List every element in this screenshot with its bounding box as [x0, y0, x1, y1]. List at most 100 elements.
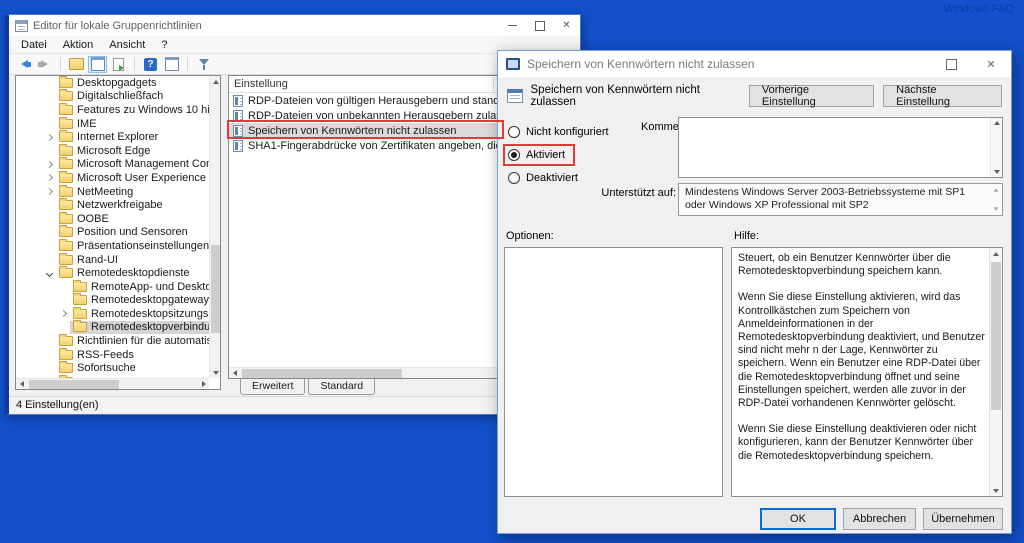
chevron-right-icon[interactable] — [45, 134, 52, 141]
radio-deaktiviert[interactable]: Deaktiviert — [505, 169, 586, 187]
scroll-down-icon[interactable] — [994, 170, 1000, 174]
tree-horizontal-scrollbar[interactable] — [16, 378, 209, 389]
close-button[interactable] — [553, 15, 580, 36]
tree-item-remoteapp-und-desktopv[interactable]: RemoteApp- und Desktopv — [16, 280, 209, 294]
desktop: Windows-FAQ Editor für lokale Gruppenric… — [0, 0, 1024, 543]
tree-item-inner: Remotedesktopdienste — [56, 266, 193, 280]
chevron-right-icon[interactable] — [59, 310, 66, 317]
console-tree-icon[interactable] — [162, 56, 181, 73]
chevron-right-icon[interactable] — [45, 161, 52, 168]
radio-circle[interactable] — [508, 172, 520, 184]
tree-item-position-und-sensoren[interactable]: Position und Sensoren — [16, 226, 209, 240]
tree-item-microsoft-management-conso[interactable]: Microsoft Management Conso — [16, 158, 209, 172]
radio-circle[interactable] — [508, 149, 520, 161]
tree-item-oobe[interactable]: OOBE — [16, 212, 209, 226]
next-setting-button[interactable]: Nächste Einstellung — [883, 85, 1002, 107]
tree-item-digitalschlie-fach[interactable]: Digitalschließfach — [16, 90, 209, 104]
menu-item-[interactable]: ? — [153, 38, 175, 52]
ok-button[interactable]: OK — [760, 508, 836, 530]
tree-item-rand-ui[interactable]: Rand-UI — [16, 253, 209, 267]
tab-erweitert[interactable]: Erweitert — [240, 379, 305, 395]
tree-item-richtlinien-f-r-die-automatisch[interactable]: Richtlinien für die automatisch — [16, 334, 209, 348]
menu-bar: DateiAktionAnsicht? — [9, 36, 580, 54]
remote-desktop-icon — [506, 58, 520, 70]
tree-item-ime[interactable]: IME — [16, 117, 209, 131]
tab-standard[interactable]: Standard — [308, 379, 375, 395]
menu-item-ansicht[interactable]: Ansicht — [101, 38, 153, 52]
close-icon[interactable] — [971, 51, 1011, 77]
folder-tree-icon[interactable] — [67, 56, 86, 73]
scroll-left-icon[interactable] — [229, 368, 240, 379]
apply-button[interactable]: Übernehmen — [923, 508, 1003, 530]
maximize-button[interactable] — [526, 15, 553, 36]
tree-item-sofortsuche[interactable]: Sofortsuche — [16, 361, 209, 375]
tree-item-label: Remotedesktopgateway — [91, 294, 209, 306]
folder-icon — [59, 146, 73, 156]
chevron-down-icon[interactable] — [45, 270, 52, 277]
status-text: 4 Einstellung(en) — [16, 399, 99, 411]
tree-item-netmeeting[interactable]: NetMeeting — [16, 185, 209, 199]
tree-item-internet-explorer[interactable]: Internet Explorer — [16, 130, 209, 144]
scroll-up-icon[interactable] — [994, 188, 999, 191]
tree-item-netzwerkfreigabe[interactable]: Netzwerkfreigabe — [16, 198, 209, 212]
scroll-up-icon[interactable] — [990, 248, 1001, 259]
radio-label: Aktiviert — [526, 149, 565, 161]
scroll-down-icon[interactable] — [990, 485, 1001, 496]
expander-slot — [42, 175, 56, 180]
scrollbar-thumb[interactable] — [211, 245, 220, 333]
tree-item-features-zu-windows-10-hinzu[interactable]: Features zu Windows 10 hinzu — [16, 103, 209, 117]
chevron-right-icon[interactable] — [45, 174, 52, 181]
folder-icon — [73, 309, 87, 319]
tree-item-label: Remotedesktopsitzungs-H — [91, 308, 209, 320]
tree-item-microsoft-edge[interactable]: Microsoft Edge — [16, 144, 209, 158]
filter-icon[interactable] — [194, 56, 213, 73]
expander-slot — [42, 271, 56, 276]
scrollbar-thumb[interactable] — [991, 262, 1001, 410]
tree-item-inner: OOBE — [56, 212, 112, 226]
scroll-down-icon[interactable] — [994, 207, 999, 210]
previous-setting-button[interactable]: Vorherige Einstellung — [749, 85, 874, 107]
supported-on-field: Mindestens Windows Server 2003-Betriebss… — [678, 183, 1003, 216]
tree-item-inner: Desktopgadgets — [56, 76, 160, 90]
scroll-right-icon[interactable] — [198, 379, 209, 390]
tree-item-remotedesktopdienste[interactable]: Remotedesktopdienste — [16, 266, 209, 280]
radio-aktiviert[interactable]: Aktiviert — [505, 146, 573, 164]
tree-item-remotedesktopsitzungs-h[interactable]: Remotedesktopsitzungs-H — [16, 307, 209, 321]
tree-item-rss-feeds[interactable]: RSS-Feeds — [16, 348, 209, 362]
cancel-button[interactable]: Abbrechen — [843, 508, 916, 530]
help-icon[interactable] — [141, 56, 160, 73]
radio-group: Nicht konfiguriert Aktiviert Deaktiviert — [505, 123, 617, 187]
tree-item-microsoft-user-experience-virtu[interactable]: Microsoft User Experience Virtu — [16, 171, 209, 185]
chevron-right-icon[interactable] — [45, 188, 52, 195]
policy-setting-icon — [233, 140, 243, 152]
radio-circle[interactable] — [508, 126, 520, 138]
tree-item-remotedesktopgateway[interactable]: Remotedesktopgateway — [16, 294, 209, 308]
export-list-icon[interactable] — [109, 56, 128, 73]
scroll-left-icon[interactable] — [16, 379, 27, 390]
tree-item-desktopgadgets[interactable]: Desktopgadgets — [16, 76, 209, 90]
back-icon[interactable] — [14, 56, 33, 73]
comment-scrollbar[interactable] — [990, 118, 1002, 177]
tree-item-pr-sentationseinstellungen[interactable]: Präsentationseinstellungen — [16, 239, 209, 253]
scroll-down-icon[interactable] — [210, 367, 221, 378]
console-window-icon[interactable] — [88, 56, 107, 73]
expander-slot — [42, 189, 56, 194]
scroll-up-icon[interactable] — [210, 76, 221, 87]
tree-item-remotedesktopverbindung[interactable]: Remotedesktopverbindung — [16, 321, 209, 335]
radio-label: Deaktiviert — [526, 172, 578, 184]
column-divider[interactable] — [493, 77, 494, 91]
forward-icon[interactable] — [35, 56, 54, 73]
menu-item-datei[interactable]: Datei — [13, 38, 55, 52]
radio-nicht-konfiguriert[interactable]: Nicht konfiguriert — [505, 123, 617, 141]
menu-item-aktion[interactable]: Aktion — [55, 38, 102, 52]
supported-scroll-arrows[interactable] — [993, 188, 999, 211]
scrollbar-thumb[interactable] — [29, 380, 119, 389]
maximize-button[interactable] — [931, 51, 971, 77]
minimize-button[interactable] — [499, 15, 526, 36]
expander-slot — [42, 135, 56, 140]
scroll-up-icon[interactable] — [994, 121, 1000, 125]
tree-vertical-scrollbar[interactable] — [209, 76, 220, 378]
scrollbar-thumb[interactable] — [242, 369, 402, 378]
help-scrollbar[interactable] — [989, 248, 1002, 496]
comment-textarea[interactable] — [678, 117, 1003, 178]
